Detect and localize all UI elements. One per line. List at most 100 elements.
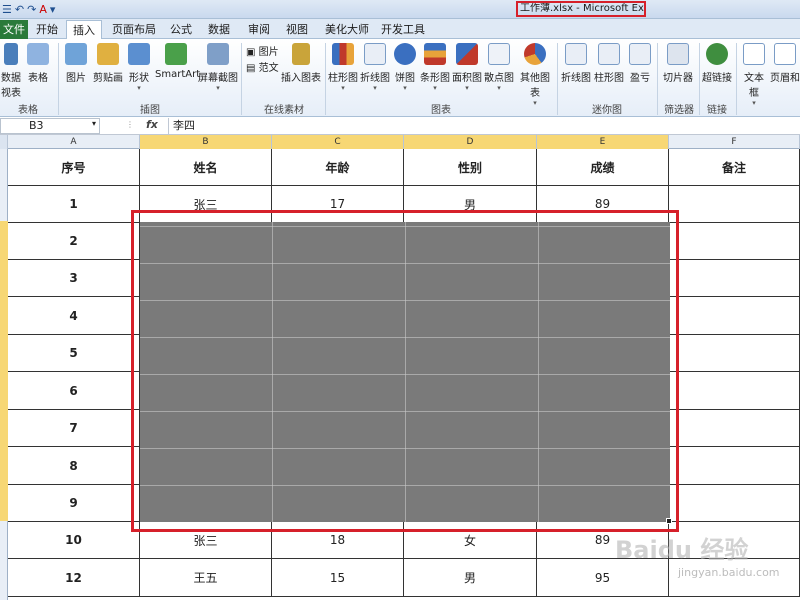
column-header-b[interactable]: B (140, 135, 272, 149)
column-header-d[interactable]: D (404, 135, 537, 149)
textbox-button[interactable]: 文本框 ▾ (740, 43, 768, 107)
sample-button[interactable]: ▤ 范文 (246, 59, 279, 74)
smartart-button[interactable]: SmartArt (155, 43, 200, 80)
bar-chart-button[interactable]: 条形图 ▾ (420, 43, 450, 92)
table-button[interactable]: 表格 (24, 43, 52, 84)
formula-input[interactable]: 李四 (168, 118, 800, 134)
name-box[interactable]: B3 (0, 118, 100, 134)
cell-index[interactable]: 12 (8, 559, 140, 596)
cell-age[interactable]: 15 (272, 559, 404, 596)
cell-note[interactable] (669, 260, 800, 296)
column-header-c[interactable]: C (272, 135, 404, 149)
cell-index[interactable]: 6 (8, 372, 140, 409)
cell-note[interactable] (669, 447, 800, 484)
tab-insert[interactable]: 插入 (66, 20, 102, 39)
sparkline-winloss-button[interactable]: 盈亏 (627, 43, 653, 84)
screenshot-button[interactable]: 屏幕截图 ▾ (198, 43, 238, 92)
group-online-label: 在线素材 (264, 105, 304, 116)
cell-index[interactable]: 3 (8, 260, 140, 296)
shapes-button[interactable]: 形状 ▾ (126, 43, 152, 92)
header-cell-score[interactable]: 成绩 (537, 149, 669, 185)
pivot-table-button[interactable]: 数据 视表 (0, 43, 22, 99)
insert-chart-button[interactable]: 插入图表 (280, 43, 322, 84)
tab-developer[interactable]: 开发工具 (378, 20, 428, 39)
tab-data[interactable]: 数据 (204, 20, 234, 39)
header-cell-index[interactable]: 序号 (8, 149, 140, 185)
line-chart-icon (364, 43, 386, 65)
tab-review[interactable]: 审阅 (244, 20, 274, 39)
cell-name[interactable]: 王五 (140, 559, 272, 596)
fx-icon[interactable]: fx (146, 118, 158, 131)
textbox-icon (743, 43, 765, 65)
save-icon[interactable]: ☰ (2, 2, 12, 17)
tab-home[interactable]: 开始 (32, 20, 62, 39)
redo-icon[interactable]: ↷ (27, 2, 36, 17)
fill-handle[interactable] (666, 518, 672, 524)
cell-note[interactable] (669, 485, 800, 521)
slicer-button[interactable]: 切片器 (662, 43, 694, 84)
tab-formulas[interactable]: 公式 (166, 20, 196, 39)
sparkline-line-icon (565, 43, 587, 65)
quick-access-toolbar: ☰ ↶ ↷ A ▾ (2, 2, 55, 17)
font-color-icon[interactable]: A (39, 2, 47, 17)
cell-index[interactable]: 2 (8, 223, 140, 259)
scatter-chart-button[interactable]: 散点图 ▾ (484, 43, 514, 92)
cell-note[interactable] (669, 372, 800, 409)
chevron-down-icon: ▾ (752, 99, 756, 107)
cell-index[interactable]: 4 (8, 297, 140, 334)
tab-beautify[interactable]: 美化大师 (322, 20, 372, 39)
chevron-down-icon: ▾ (341, 84, 345, 92)
other-charts-button[interactable]: 其他图表 ▾ (516, 43, 554, 107)
cell-index[interactable]: 10 (8, 522, 140, 558)
column-header-a[interactable]: A (8, 135, 140, 149)
header-footer-button[interactable]: 页眉和 (770, 43, 800, 84)
tab-page-layout[interactable]: 页面布局 (108, 20, 160, 39)
online-picture-button[interactable]: ▣ 图片 (246, 43, 279, 58)
selection-highlight-frame (131, 210, 679, 532)
sparkline-column-button[interactable]: 柱形图 (594, 43, 624, 84)
cell-note[interactable] (669, 410, 800, 446)
chevron-down-icon[interactable]: ▾ (92, 119, 96, 128)
cell-index[interactable]: 8 (8, 447, 140, 484)
cell-index[interactable]: 9 (8, 485, 140, 521)
header-cell-note[interactable]: 备注 (669, 149, 800, 185)
area-chart-button[interactable]: 面积图 ▾ (452, 43, 482, 92)
clipart-button[interactable]: 剪贴画 (92, 43, 124, 84)
cell-note[interactable] (669, 335, 800, 371)
cell-index[interactable]: 7 (8, 410, 140, 446)
group-charts-label: 图表 (431, 105, 451, 116)
area-chart-icon (456, 43, 478, 65)
cell-gender[interactable]: 男 (404, 559, 537, 596)
scatter-chart-icon (488, 43, 510, 65)
slicer-icon (667, 43, 689, 65)
header-cell-gender[interactable]: 性别 (404, 149, 537, 185)
column-chart-button[interactable]: 柱形图 ▾ (328, 43, 358, 92)
cell-index[interactable]: 1 (8, 186, 140, 222)
select-all-corner[interactable] (0, 135, 8, 149)
group-separator (657, 43, 658, 115)
header-footer-icon (774, 43, 796, 65)
column-header-e[interactable]: E (537, 135, 669, 149)
cell-note[interactable] (669, 186, 800, 222)
tab-file[interactable]: 文件 (0, 20, 28, 39)
clipart-icon (97, 43, 119, 65)
header-cell-age[interactable]: 年龄 (272, 149, 404, 185)
chevron-down-icon: ▾ (137, 84, 141, 92)
pie-chart-button[interactable]: 饼图 ▾ (392, 43, 418, 92)
column-header-f[interactable]: F (669, 135, 800, 149)
screenshot-icon (207, 43, 229, 65)
undo-icon[interactable]: ↶ (15, 2, 24, 17)
cell-note[interactable] (669, 297, 800, 334)
sparkline-line-button[interactable]: 折线图 (561, 43, 591, 84)
baidu-watermark-url: jingyan.baidu.com (678, 566, 780, 579)
picture-button[interactable]: 图片 (62, 43, 90, 84)
cell-index[interactable]: 5 (8, 335, 140, 371)
header-cell-name[interactable]: 姓名 (140, 149, 272, 185)
smartart-icon (165, 43, 187, 65)
hyperlink-button[interactable]: 超链接 (702, 43, 732, 84)
sparkline-winloss-icon (629, 43, 651, 65)
line-chart-button[interactable]: 折线图 ▾ (360, 43, 390, 92)
cell-note[interactable] (669, 223, 800, 259)
tab-view[interactable]: 视图 (282, 20, 312, 39)
customize-qat-icon[interactable]: ▾ (50, 2, 56, 17)
